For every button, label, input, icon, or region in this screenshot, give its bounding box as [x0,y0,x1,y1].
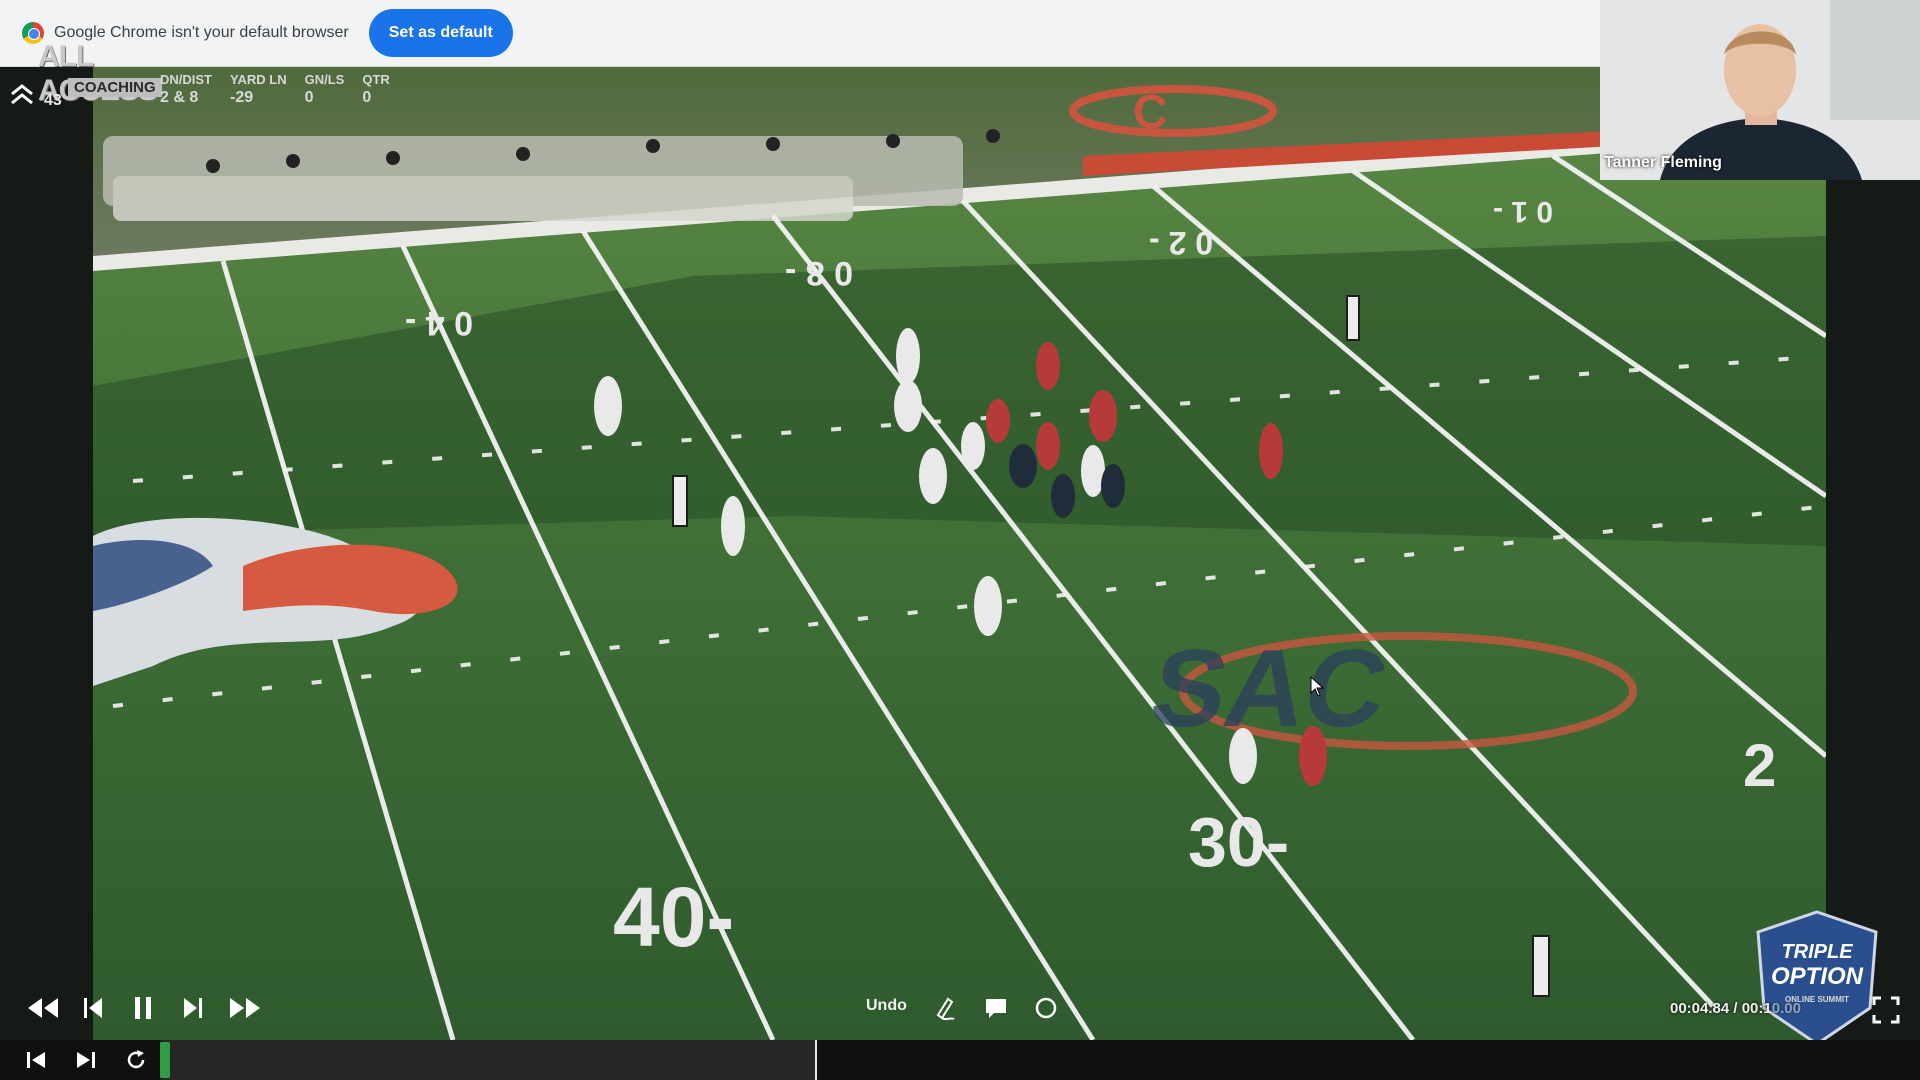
stat-yard-line: YARD LN -29 [230,72,287,106]
replay-icon[interactable] [124,1048,148,1072]
circle-icon[interactable] [1034,985,1058,1031]
svg-text:SAC: SAC [1142,628,1396,750]
rewind-icon[interactable] [26,985,60,1031]
mouse-cursor-icon [1310,676,1325,697]
svg-text:2: 2 [1743,732,1776,799]
pen-icon[interactable] [934,985,958,1031]
skip-last-icon[interactable] [74,1048,98,1072]
svg-text:0 1 -: 0 1 - [1493,195,1553,228]
play-stats: DN/DIST 2 & 8 YARD LN -29 GN/LS 0 QTR 0 [160,72,390,107]
chrome-icon [22,22,44,44]
collapse-up-icon[interactable] [10,84,34,106]
svg-text:40-: 40- [613,870,734,964]
progress-track[interactable] [160,1040,816,1080]
fast-forward-icon[interactable] [228,985,262,1031]
fullscreen-icon[interactable] [1872,996,1900,1024]
stat-gain-loss: GN/LS 0 [304,72,345,106]
svg-text:30-: 30- [1188,803,1289,881]
progress-divider [815,1040,817,1080]
undo-button[interactable]: Undo [866,997,907,1015]
step-back-icon[interactable] [80,985,106,1031]
svg-text:0 8 -: 0 8 - [785,254,853,292]
webcam-name-label: Tanner Fleming [1604,154,1722,171]
playback-controls: Undo [0,985,1920,1035]
pause-icon[interactable] [130,985,156,1031]
time-display: 00:04.84 / 00:10.00 [1670,1000,1801,1017]
svg-text:0 4 -: 0 4 - [405,304,473,342]
step-forward-icon[interactable] [180,985,206,1031]
field-scene: SAC C 0 4 - 0 8 - 0 2 - 0 1 - 40- 30- 2 [93,66,1826,1040]
play-number: 43 [44,92,62,109]
presenter-video [1600,0,1920,180]
default-browser-infobar: Google Chrome isn't your default browser… [0,0,1600,67]
svg-text:0 2 -: 0 2 - [1149,225,1213,261]
svg-text:C: C [1133,86,1168,139]
bottom-toolbar [0,1040,1920,1080]
stat-down-distance: DN/DIST 2 & 8 [160,72,212,106]
skip-first-icon[interactable] [24,1048,48,1072]
comment-icon[interactable] [984,985,1008,1031]
video-player[interactable]: SAC C 0 4 - 0 8 - 0 2 - 0 1 - 40- 30- 2 [93,66,1826,1040]
stat-quarter: QTR 0 [362,72,390,106]
set-as-default-button[interactable]: Set as default [368,9,513,57]
progress-marker[interactable] [160,1042,170,1078]
svg-text:TRIPLE: TRIPLE [1781,941,1853,963]
webcam-feed: Tanner Fleming [1600,0,1920,180]
left-sidebar [0,66,93,1040]
infobar-message: Google Chrome isn't your default browser [54,24,349,41]
